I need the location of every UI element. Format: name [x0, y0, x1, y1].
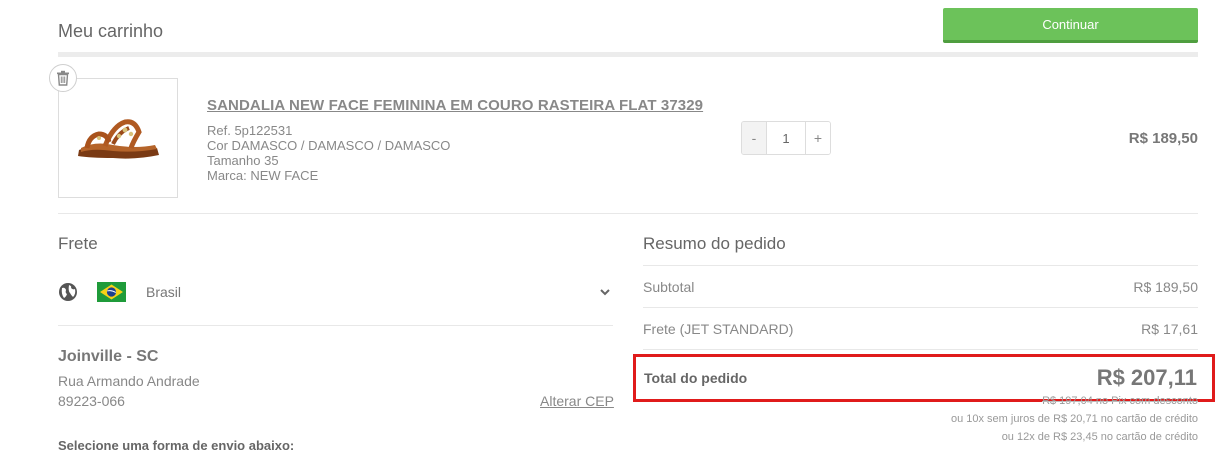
quantity-increase-button[interactable]: + — [806, 122, 830, 154]
summary-title: Resumo do pedido — [643, 234, 786, 253]
shipping-title: Frete — [58, 234, 98, 253]
product-name-link[interactable]: SANDALIA NEW FACE FEMININA EM COURO RAST… — [207, 97, 703, 114]
total-label: Total do pedido — [644, 370, 748, 386]
brazil-flag-icon — [97, 282, 126, 302]
continue-button[interactable]: Continuar — [943, 8, 1198, 43]
shipping-cep: 89223-066 — [58, 393, 125, 409]
globe-icon — [59, 283, 77, 301]
product-details: Ref. 5p122531 Cor DAMASCO / DAMASCO / DA… — [207, 123, 450, 183]
product-color: Cor DAMASCO / DAMASCO / DAMASCO — [207, 138, 451, 153]
shipping-method-prompt: Selecione uma forma de envio abaixo: — [58, 438, 295, 453]
header-divider — [58, 52, 1198, 57]
total-value: R$ 207,11 — [1096, 365, 1197, 390]
product-image[interactable] — [58, 78, 178, 198]
remove-item-button[interactable] — [49, 64, 77, 92]
country-name: Brasil — [146, 284, 182, 300]
subtotal-label: Subtotal — [643, 279, 695, 295]
installments-10x: ou 10x sem juros de R$ 20,71 no cartão d… — [950, 413, 1198, 425]
subtotal-row: Subtotal R$ 189,50 — [643, 279, 1198, 295]
trash-icon — [57, 70, 69, 86]
quantity-stepper: - 1 + — [741, 121, 831, 155]
pix-discount-text: R$ 197,04 no Pix com desconto — [1042, 395, 1198, 407]
product-size: Tamanho 35 — [207, 153, 279, 168]
shipping-cost-value: R$ 17,61 — [1141, 321, 1198, 337]
country-select[interactable]: Brasil — [58, 280, 613, 304]
summary-divider — [643, 349, 1198, 350]
shipping-cost-label: Frete (JET STANDARD) — [643, 321, 794, 337]
shipping-street: Rua Armando Andrade — [58, 373, 200, 389]
shipping-divider — [58, 325, 613, 326]
quantity-input[interactable]: 1 — [766, 122, 806, 154]
page-title: Meu carrinho — [58, 21, 164, 41]
item-price: R$ 189,50 — [1128, 130, 1198, 147]
sandal-image — [78, 119, 159, 159]
product-ref: Ref. 5p122531 — [207, 123, 293, 138]
shipping-city: Joinville - SC — [58, 348, 159, 365]
chevron-down-icon — [600, 289, 610, 296]
shipping-cost-row: Frete (JET STANDARD) R$ 17,61 — [643, 321, 1198, 337]
quantity-decrease-button[interactable]: - — [742, 122, 766, 154]
installments-12x: ou 12x de R$ 23,45 no cartão de crédito — [1001, 431, 1198, 443]
subtotal-value: R$ 189,50 — [1133, 279, 1198, 295]
section-divider — [58, 213, 1198, 214]
summary-divider — [643, 265, 1198, 266]
change-cep-link[interactable]: Alterar CEP — [540, 393, 614, 409]
summary-divider — [643, 307, 1198, 308]
product-brand: Marca: NEW FACE — [207, 168, 319, 183]
